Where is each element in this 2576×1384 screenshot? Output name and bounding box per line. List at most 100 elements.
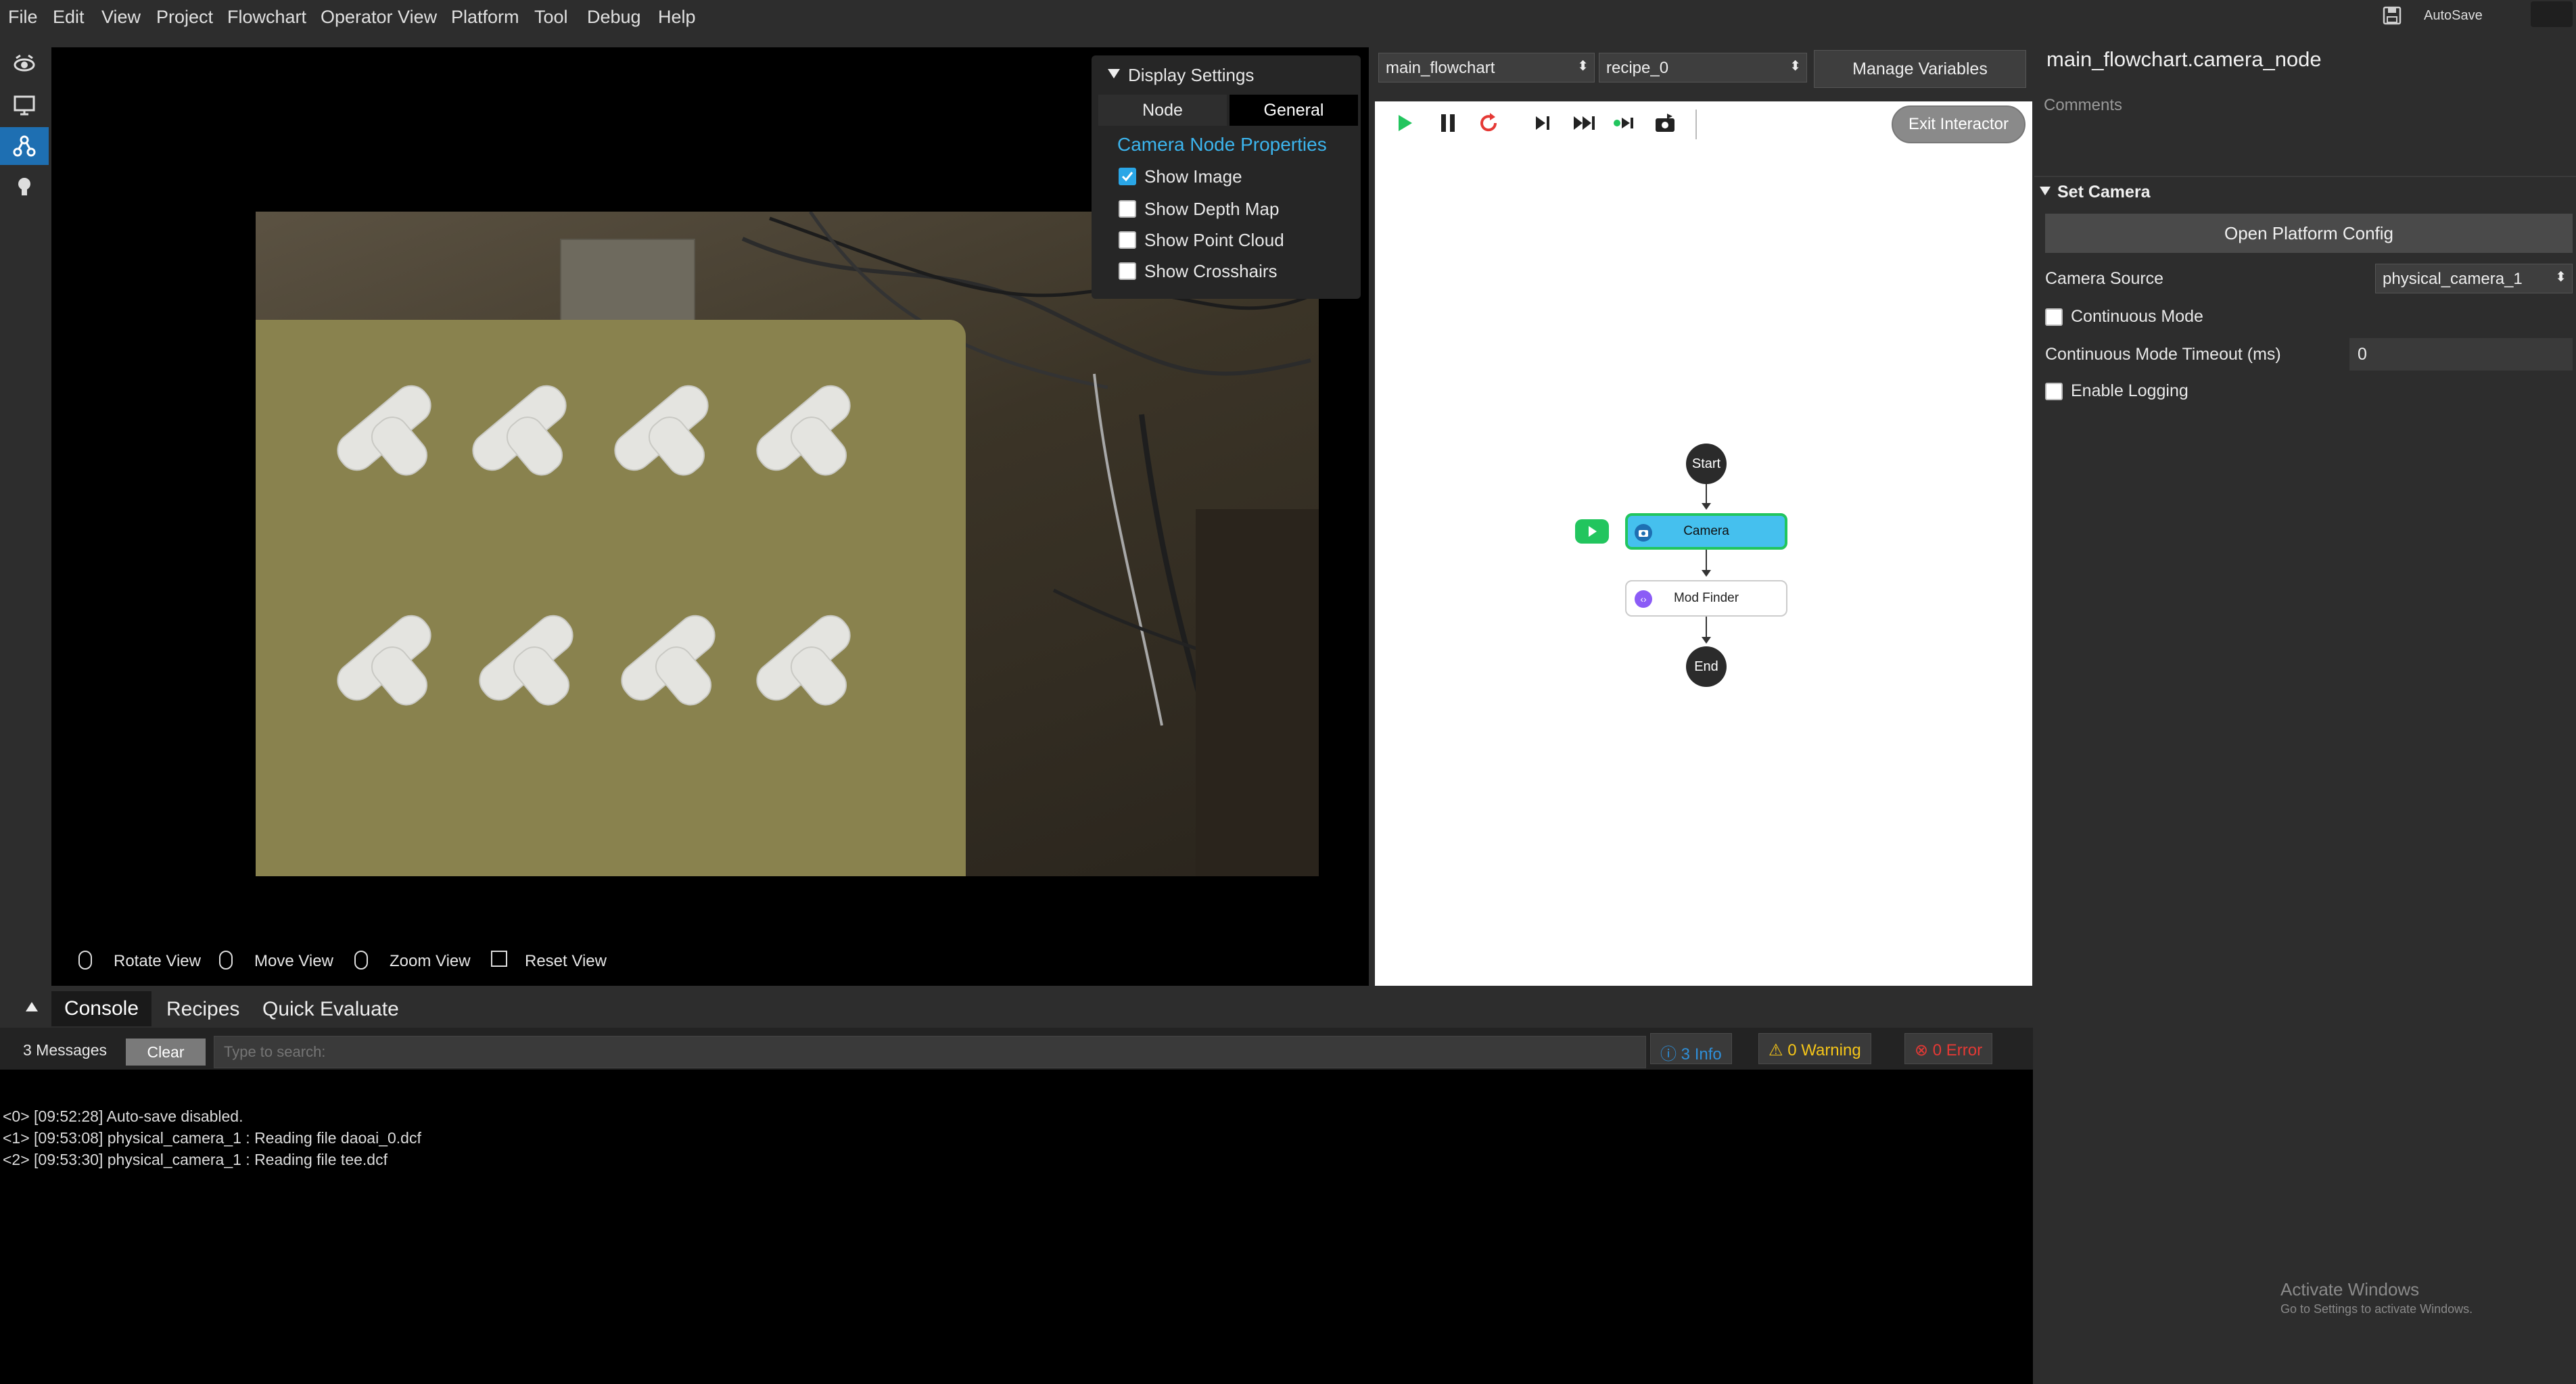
- comments-field[interactable]: Comments: [2044, 96, 2122, 115]
- eye-camera-icon[interactable]: [0, 46, 49, 84]
- properties-panel: main_flowchart.camera_node Comments Set …: [2034, 38, 2576, 1384]
- save-icon[interactable]: [2382, 5, 2402, 26]
- console-search-input[interactable]: [214, 1036, 1646, 1068]
- info-icon: ⓘ: [1660, 1045, 1681, 1064]
- show-image-label: Show Image: [1144, 166, 1242, 187]
- console-tabs: Console Recipes Quick Evaluate: [0, 988, 2033, 1026]
- tab-general[interactable]: General: [1230, 95, 1358, 126]
- step-icon[interactable]: [1530, 111, 1555, 135]
- view-controls: Rotate View Move View Zoom View Reset Vi…: [78, 947, 687, 979]
- info-count: 3 Info: [1681, 1045, 1722, 1064]
- timeout-input[interactable]: 0: [2349, 338, 2573, 371]
- connector-line: [1706, 617, 1707, 637]
- show-depth-map-checkbox[interactable]: [1119, 200, 1136, 218]
- expand-triangle-icon[interactable]: [26, 1002, 38, 1011]
- arrowhead: [1702, 637, 1711, 644]
- error-icon: ⊗: [1915, 1041, 1933, 1059]
- error-filter[interactable]: ⊗ 0 Error: [1904, 1033, 1993, 1064]
- mouse-wheel-icon: [354, 951, 368, 970]
- run-to-node-icon[interactable]: [1612, 111, 1639, 135]
- camera-source-select[interactable]: physical_camera_1 ⬍: [2375, 264, 2573, 293]
- node-camera[interactable]: Camera: [1625, 513, 1787, 550]
- activate-windows-subtitle: Go to Settings to activate Windows.: [2280, 1302, 2473, 1316]
- autosave-toggle[interactable]: [2531, 1, 2573, 27]
- fast-forward-icon[interactable]: [1571, 111, 1598, 135]
- node-run-indicator[interactable]: [1575, 519, 1609, 544]
- camera-source-value: physical_camera_1: [2383, 270, 2523, 288]
- node-mod-finder[interactable]: ‹› Mod Finder: [1625, 580, 1787, 617]
- messages-count: 3 Messages: [23, 1041, 108, 1059]
- activate-windows-title: Activate Windows: [2280, 1279, 2420, 1299]
- camera-capture-icon[interactable]: [1652, 111, 1679, 135]
- menu-flowchart[interactable]: Flowchart: [227, 7, 306, 28]
- continuous-mode-checkbox[interactable]: [2045, 308, 2063, 326]
- menu-file[interactable]: File: [8, 7, 38, 28]
- camera-image: [256, 212, 1319, 876]
- clear-button[interactable]: Clear: [126, 1039, 206, 1066]
- collapse-triangle-icon[interactable]: [1108, 69, 1120, 78]
- menu-view[interactable]: View: [101, 7, 141, 28]
- menu-debug[interactable]: Debug: [587, 7, 641, 28]
- divider: [2034, 176, 2576, 177]
- move-view-hint: Move View: [254, 952, 333, 970]
- menu-bar: File Edit View Project Flowchart Operato…: [0, 0, 2576, 38]
- camera-node-icon: [1635, 524, 1652, 542]
- connector-line: [1706, 484, 1707, 503]
- flowchart-toolbar: main_flowchart ⬍ recipe_0 ⬍ Manage Varia…: [1373, 49, 2034, 101]
- menu-help[interactable]: Help: [658, 7, 696, 28]
- camera-source-label: Camera Source: [2045, 269, 2164, 288]
- info-filter[interactable]: ⓘ 3 Info: [1650, 1033, 1732, 1064]
- select-arrows-icon: ⬍: [1577, 59, 1589, 74]
- show-point-cloud-checkbox[interactable]: [1119, 231, 1136, 249]
- warning-count: 0 Warning: [1787, 1041, 1861, 1059]
- mod-finder-node-icon: ‹›: [1635, 590, 1652, 608]
- tab-node[interactable]: Node: [1098, 95, 1227, 126]
- pause-icon[interactable]: [1436, 111, 1460, 135]
- restart-icon[interactable]: [1476, 111, 1501, 135]
- set-camera-section: Set Camera: [2057, 183, 2151, 201]
- recipe-select[interactable]: recipe_0 ⬍: [1599, 53, 1807, 82]
- flowchart-icon[interactable]: [0, 127, 49, 165]
- menu-platform[interactable]: Platform: [451, 7, 519, 28]
- monitor-icon[interactable]: [0, 87, 49, 124]
- console-log: <0> [09:52:28] Auto-save disabled. <1> […: [0, 1070, 2033, 1384]
- log-line: <1> [09:53:08] physical_camera_1 : Readi…: [3, 1129, 421, 1147]
- log-line: <0> [09:52:28] Auto-save disabled.: [3, 1107, 243, 1125]
- continuous-mode-label: Continuous Mode: [2071, 307, 2203, 326]
- select-arrows-icon: ⬍: [1789, 59, 1801, 74]
- menu-project[interactable]: Project: [156, 7, 213, 28]
- menu-tool[interactable]: Tool: [534, 7, 568, 28]
- camera-node-properties-heading: Camera Node Properties: [1117, 134, 1327, 155]
- node-start[interactable]: Start: [1686, 444, 1727, 484]
- select-arrows-icon: ⬍: [2555, 270, 2567, 285]
- flowchart-canvas[interactable]: Exit Interactor Start Camera ‹› Mod Find…: [1375, 101, 2032, 986]
- warning-filter[interactable]: ⚠ 0 Warning: [1758, 1033, 1871, 1064]
- collapse-triangle-icon[interactable]: [2040, 187, 2051, 195]
- node-title: main_flowchart.camera_node: [2046, 47, 2322, 71]
- show-image-checkbox[interactable]: [1119, 168, 1136, 185]
- node-mod-finder-label: Mod Finder: [1673, 591, 1739, 605]
- bulb-icon[interactable]: [0, 168, 49, 206]
- enable-logging-label: Enable Logging: [2071, 381, 2188, 400]
- recipe-select-value: recipe_0: [1606, 59, 1669, 77]
- show-crosshairs-label: Show Crosshairs: [1144, 261, 1278, 281]
- error-count: 0 Error: [1932, 1041, 1983, 1059]
- tab-quick-evaluate[interactable]: Quick Evaluate: [262, 998, 399, 1021]
- open-platform-config-button[interactable]: Open Platform Config: [2045, 214, 2573, 253]
- play-icon[interactable]: [1392, 111, 1417, 135]
- menu-edit[interactable]: Edit: [53, 7, 85, 28]
- menu-operator-view[interactable]: Operator View: [321, 7, 437, 28]
- exit-interactor-button[interactable]: Exit Interactor: [1892, 105, 2025, 143]
- flowchart-select[interactable]: main_flowchart ⬍: [1378, 53, 1595, 82]
- display-settings-panel: Display Settings Node General Camera Nod…: [1092, 55, 1361, 299]
- enable-logging-checkbox[interactable]: [2045, 383, 2063, 400]
- toolbar-divider: [1695, 110, 1697, 139]
- node-end[interactable]: End: [1686, 646, 1727, 687]
- manage-variables-button[interactable]: Manage Variables: [1814, 50, 2026, 88]
- reset-key-icon: [491, 951, 507, 967]
- tab-console[interactable]: Console: [51, 991, 151, 1026]
- show-crosshairs-checkbox[interactable]: [1119, 262, 1136, 280]
- tab-recipes[interactable]: Recipes: [166, 998, 239, 1021]
- display-settings-title[interactable]: Display Settings: [1128, 65, 1254, 86]
- arrowhead: [1702, 570, 1711, 577]
